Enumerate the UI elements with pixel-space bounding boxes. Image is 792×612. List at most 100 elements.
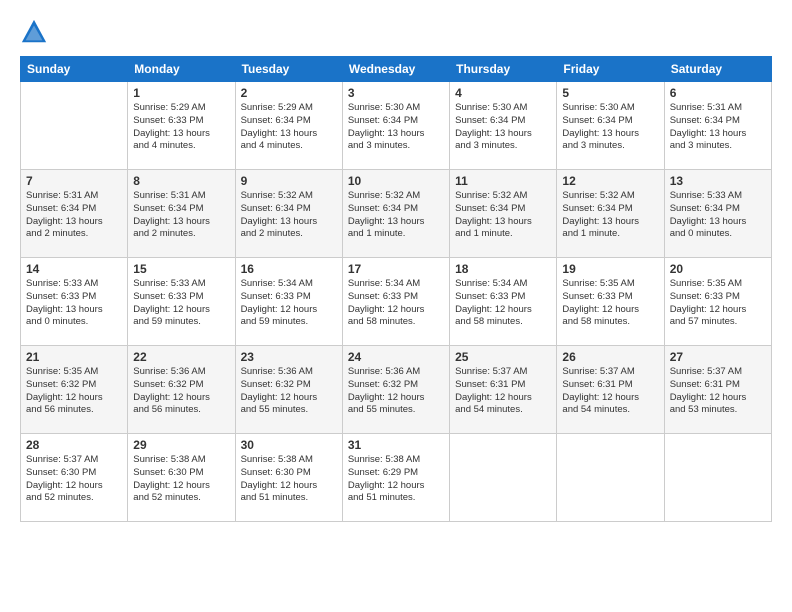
calendar-cell: 19 Sunrise: 5:35 AM Sunset: 6:33 PM Dayli… bbox=[557, 258, 664, 346]
day-info: Sunrise: 5:29 AM Sunset: 6:34 PM Dayligh… bbox=[241, 102, 337, 153]
day-number: 14 bbox=[26, 262, 122, 276]
calendar-cell: 29 Sunrise: 5:38 AM Sunset: 6:30 PM Dayli… bbox=[128, 434, 235, 522]
day-header-monday: Monday bbox=[128, 57, 235, 82]
day-info: Sunrise: 5:37 AM Sunset: 6:30 PM Dayligh… bbox=[26, 454, 122, 505]
calendar-cell bbox=[557, 434, 664, 522]
calendar-cell: 18 Sunrise: 5:34 AM Sunset: 6:33 PM Dayli… bbox=[450, 258, 557, 346]
day-number: 13 bbox=[670, 174, 766, 188]
logo bbox=[20, 18, 52, 46]
calendar-cell: 6 Sunrise: 5:31 AM Sunset: 6:34 PM Daylig… bbox=[664, 82, 771, 170]
header-row: SundayMondayTuesdayWednesdayThursdayFrid… bbox=[21, 57, 772, 82]
day-info: Sunrise: 5:33 AM Sunset: 6:33 PM Dayligh… bbox=[133, 278, 229, 329]
day-info: Sunrise: 5:37 AM Sunset: 6:31 PM Dayligh… bbox=[670, 366, 766, 417]
week-row-5: 28 Sunrise: 5:37 AM Sunset: 6:30 PM Dayli… bbox=[21, 434, 772, 522]
day-info: Sunrise: 5:35 AM Sunset: 6:33 PM Dayligh… bbox=[670, 278, 766, 329]
day-number: 20 bbox=[670, 262, 766, 276]
day-number: 9 bbox=[241, 174, 337, 188]
day-number: 30 bbox=[241, 438, 337, 452]
calendar-cell: 25Sunrise: 5:37 AM Sunset: 6:31 PM Dayli… bbox=[450, 346, 557, 434]
week-row-4: 21 Sunrise: 5:35 AM Sunset: 6:32 PM Dayli… bbox=[21, 346, 772, 434]
day-number: 15 bbox=[133, 262, 229, 276]
day-number: 12 bbox=[562, 174, 658, 188]
day-info: Sunrise: 5:38 AM Sunset: 6:29 PM Dayligh… bbox=[348, 454, 444, 505]
day-number: 3 bbox=[348, 86, 444, 100]
day-info: Sunrise: 5:30 AM Sunset: 6:34 PM Dayligh… bbox=[562, 102, 658, 153]
calendar-cell: 23 Sunrise: 5:36 AM Sunset: 6:32 PM Dayli… bbox=[235, 346, 342, 434]
day-number: 8 bbox=[133, 174, 229, 188]
calendar-cell: 1Sunrise: 5:29 AM Sunset: 6:33 PM Daylig… bbox=[128, 82, 235, 170]
day-number: 23 bbox=[241, 350, 337, 364]
day-number: 4 bbox=[455, 86, 551, 100]
day-header-tuesday: Tuesday bbox=[235, 57, 342, 82]
day-number: 24 bbox=[348, 350, 444, 364]
calendar-cell: 8Sunrise: 5:31 AM Sunset: 6:34 PM Daylig… bbox=[128, 170, 235, 258]
day-info: Sunrise: 5:36 AM Sunset: 6:32 PM Dayligh… bbox=[133, 366, 229, 417]
day-info: Sunrise: 5:30 AM Sunset: 6:34 PM Dayligh… bbox=[348, 102, 444, 153]
day-info: Sunrise: 5:31 AM Sunset: 6:34 PM Dayligh… bbox=[26, 190, 122, 241]
day-info: Sunrise: 5:36 AM Sunset: 6:32 PM Dayligh… bbox=[348, 366, 444, 417]
day-number: 2 bbox=[241, 86, 337, 100]
calendar-cell: 5 Sunrise: 5:30 AM Sunset: 6:34 PM Daylig… bbox=[557, 82, 664, 170]
day-number: 31 bbox=[348, 438, 444, 452]
week-row-3: 14 Sunrise: 5:33 AM Sunset: 6:33 PM Dayli… bbox=[21, 258, 772, 346]
day-info: Sunrise: 5:34 AM Sunset: 6:33 PM Dayligh… bbox=[241, 278, 337, 329]
day-header-sunday: Sunday bbox=[21, 57, 128, 82]
calendar-cell: 22Sunrise: 5:36 AM Sunset: 6:32 PM Dayli… bbox=[128, 346, 235, 434]
calendar-cell bbox=[21, 82, 128, 170]
day-number: 25 bbox=[455, 350, 551, 364]
day-header-thursday: Thursday bbox=[450, 57, 557, 82]
day-info: Sunrise: 5:34 AM Sunset: 6:33 PM Dayligh… bbox=[455, 278, 551, 329]
day-number: 10 bbox=[348, 174, 444, 188]
calendar-cell: 20 Sunrise: 5:35 AM Sunset: 6:33 PM Dayli… bbox=[664, 258, 771, 346]
day-number: 11 bbox=[455, 174, 551, 188]
day-number: 26 bbox=[562, 350, 658, 364]
day-info: Sunrise: 5:30 AM Sunset: 6:34 PM Dayligh… bbox=[455, 102, 551, 153]
day-number: 7 bbox=[26, 174, 122, 188]
day-number: 5 bbox=[562, 86, 658, 100]
day-info: Sunrise: 5:32 AM Sunset: 6:34 PM Dayligh… bbox=[241, 190, 337, 241]
day-info: Sunrise: 5:34 AM Sunset: 6:33 PM Dayligh… bbox=[348, 278, 444, 329]
calendar-table: SundayMondayTuesdayWednesdayThursdayFrid… bbox=[20, 56, 772, 522]
day-number: 19 bbox=[562, 262, 658, 276]
calendar-cell: 4 Sunrise: 5:30 AM Sunset: 6:34 PM Daylig… bbox=[450, 82, 557, 170]
calendar-cell: 9 Sunrise: 5:32 AM Sunset: 6:34 PM Daylig… bbox=[235, 170, 342, 258]
calendar-cell: 26 Sunrise: 5:37 AM Sunset: 6:31 PM Dayli… bbox=[557, 346, 664, 434]
calendar-cell: 15 Sunrise: 5:33 AM Sunset: 6:33 PM Dayli… bbox=[128, 258, 235, 346]
calendar-cell: 2 Sunrise: 5:29 AM Sunset: 6:34 PM Daylig… bbox=[235, 82, 342, 170]
day-info: Sunrise: 5:37 AM Sunset: 6:31 PM Dayligh… bbox=[562, 366, 658, 417]
calendar-cell bbox=[450, 434, 557, 522]
week-row-2: 7 Sunrise: 5:31 AM Sunset: 6:34 PM Daylig… bbox=[21, 170, 772, 258]
day-info: Sunrise: 5:32 AM Sunset: 6:34 PM Dayligh… bbox=[562, 190, 658, 241]
day-info: Sunrise: 5:29 AM Sunset: 6:33 PM Dayligh… bbox=[133, 102, 229, 153]
day-info: Sunrise: 5:38 AM Sunset: 6:30 PM Dayligh… bbox=[241, 454, 337, 505]
day-header-wednesday: Wednesday bbox=[342, 57, 449, 82]
day-number: 17 bbox=[348, 262, 444, 276]
calendar-cell: 24 Sunrise: 5:36 AM Sunset: 6:32 PM Dayli… bbox=[342, 346, 449, 434]
calendar-cell: 13 Sunrise: 5:33 AM Sunset: 6:34 PM Dayli… bbox=[664, 170, 771, 258]
day-info: Sunrise: 5:33 AM Sunset: 6:34 PM Dayligh… bbox=[670, 190, 766, 241]
day-number: 28 bbox=[26, 438, 122, 452]
day-info: Sunrise: 5:36 AM Sunset: 6:32 PM Dayligh… bbox=[241, 366, 337, 417]
week-row-1: 1Sunrise: 5:29 AM Sunset: 6:33 PM Daylig… bbox=[21, 82, 772, 170]
day-number: 29 bbox=[133, 438, 229, 452]
day-number: 6 bbox=[670, 86, 766, 100]
day-header-friday: Friday bbox=[557, 57, 664, 82]
calendar-cell: 3 Sunrise: 5:30 AM Sunset: 6:34 PM Daylig… bbox=[342, 82, 449, 170]
day-info: Sunrise: 5:38 AM Sunset: 6:30 PM Dayligh… bbox=[133, 454, 229, 505]
calendar-cell: 21 Sunrise: 5:35 AM Sunset: 6:32 PM Dayli… bbox=[21, 346, 128, 434]
day-number: 16 bbox=[241, 262, 337, 276]
calendar-cell: 7 Sunrise: 5:31 AM Sunset: 6:34 PM Daylig… bbox=[21, 170, 128, 258]
calendar-cell: 14 Sunrise: 5:33 AM Sunset: 6:33 PM Dayli… bbox=[21, 258, 128, 346]
calendar-cell: 30 Sunrise: 5:38 AM Sunset: 6:30 PM Dayli… bbox=[235, 434, 342, 522]
day-header-saturday: Saturday bbox=[664, 57, 771, 82]
day-info: Sunrise: 5:31 AM Sunset: 6:34 PM Dayligh… bbox=[670, 102, 766, 153]
header bbox=[20, 18, 772, 46]
day-info: Sunrise: 5:35 AM Sunset: 6:33 PM Dayligh… bbox=[562, 278, 658, 329]
calendar-cell bbox=[664, 434, 771, 522]
calendar-cell: 27 Sunrise: 5:37 AM Sunset: 6:31 PM Dayli… bbox=[664, 346, 771, 434]
day-number: 27 bbox=[670, 350, 766, 364]
day-number: 18 bbox=[455, 262, 551, 276]
day-info: Sunrise: 5:35 AM Sunset: 6:32 PM Dayligh… bbox=[26, 366, 122, 417]
day-number: 21 bbox=[26, 350, 122, 364]
day-info: Sunrise: 5:33 AM Sunset: 6:33 PM Dayligh… bbox=[26, 278, 122, 329]
